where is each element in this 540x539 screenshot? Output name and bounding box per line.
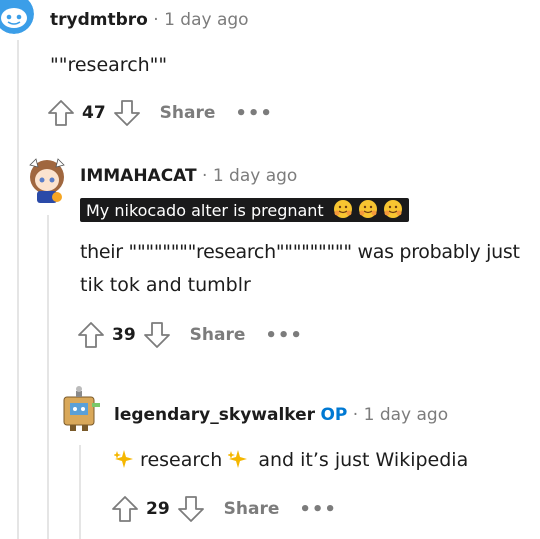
thread-line-level3[interactable] xyxy=(79,445,81,539)
meta-separator: · xyxy=(202,166,208,186)
avatar[interactable] xyxy=(56,383,104,433)
share-button[interactable]: Share xyxy=(224,499,280,519)
robot-avatar-icon xyxy=(63,386,100,431)
share-button[interactable]: Share xyxy=(190,325,246,345)
thread-line-root[interactable] xyxy=(17,40,19,539)
meta-separator: · xyxy=(352,405,359,425)
avatar[interactable] xyxy=(0,0,34,34)
comment-body-word: research xyxy=(140,449,223,471)
sparkles-emoji-icon xyxy=(228,449,254,471)
comment-meta: legendary_skywalker OP · 1 day ago xyxy=(114,405,448,425)
reddit-snoo-avatar-icon xyxy=(0,0,34,34)
author-name[interactable]: IMMAHACAT xyxy=(80,166,197,186)
sparkles-emoji-icon xyxy=(114,449,140,471)
comment-body-line-1: their """"""""research""""""""" was prob… xyxy=(80,241,520,263)
downvote-arrow-icon[interactable] xyxy=(176,494,206,524)
user-flair: My nikocado alter is pregnant xyxy=(80,198,409,222)
downvote-arrow-icon[interactable] xyxy=(142,320,172,350)
more-options-button[interactable]: ••• xyxy=(265,325,303,346)
comment-body-line-2: tik tok and tumblr xyxy=(80,274,251,296)
meta-separator: · xyxy=(153,10,159,30)
vote-score: 47 xyxy=(82,103,106,123)
comment-meta: IMMAHACAT · 1 day ago xyxy=(80,166,297,186)
more-options-button[interactable]: ••• xyxy=(299,499,337,520)
more-options-button[interactable]: ••• xyxy=(235,103,273,124)
comment-actions: 47 Share ••• xyxy=(46,98,273,128)
downvote-arrow-icon[interactable] xyxy=(112,98,142,128)
comment-actions: 29 Share ••• xyxy=(110,494,337,524)
timestamp[interactable]: 1 day ago xyxy=(164,10,249,30)
author-name[interactable]: trydmtbro xyxy=(50,10,148,30)
upvote-arrow-icon[interactable] xyxy=(110,494,140,524)
hugging-face-emoji-icon xyxy=(383,200,403,220)
share-button[interactable]: Share xyxy=(160,103,216,123)
timestamp[interactable]: 1 day ago xyxy=(364,405,449,425)
comment-actions: 39 Share ••• xyxy=(76,320,303,350)
cat-girl-avatar-icon xyxy=(29,158,65,203)
comment-body-rest: and it’s just Wikipedia xyxy=(258,449,469,471)
op-badge: OP xyxy=(320,405,348,425)
comment-body: research and it’s just Wikipedia xyxy=(114,444,468,477)
thread-line-level2[interactable] xyxy=(47,215,49,539)
avatar[interactable] xyxy=(22,155,72,205)
flair-text: My nikocado alter is pregnant xyxy=(86,201,324,220)
upvote-arrow-icon[interactable] xyxy=(46,98,76,128)
author-name[interactable]: legendary_skywalker xyxy=(114,405,315,425)
hugging-face-emoji-icon xyxy=(333,200,358,220)
comment-body: ""research"" xyxy=(50,54,168,76)
upvote-arrow-icon[interactable] xyxy=(76,320,106,350)
vote-score: 39 xyxy=(112,325,136,345)
hugging-face-emoji-icon xyxy=(358,200,383,220)
vote-score: 29 xyxy=(146,499,170,519)
comment-meta: trydmtbro · 1 day ago xyxy=(50,10,249,30)
timestamp[interactable]: 1 day ago xyxy=(213,166,298,186)
